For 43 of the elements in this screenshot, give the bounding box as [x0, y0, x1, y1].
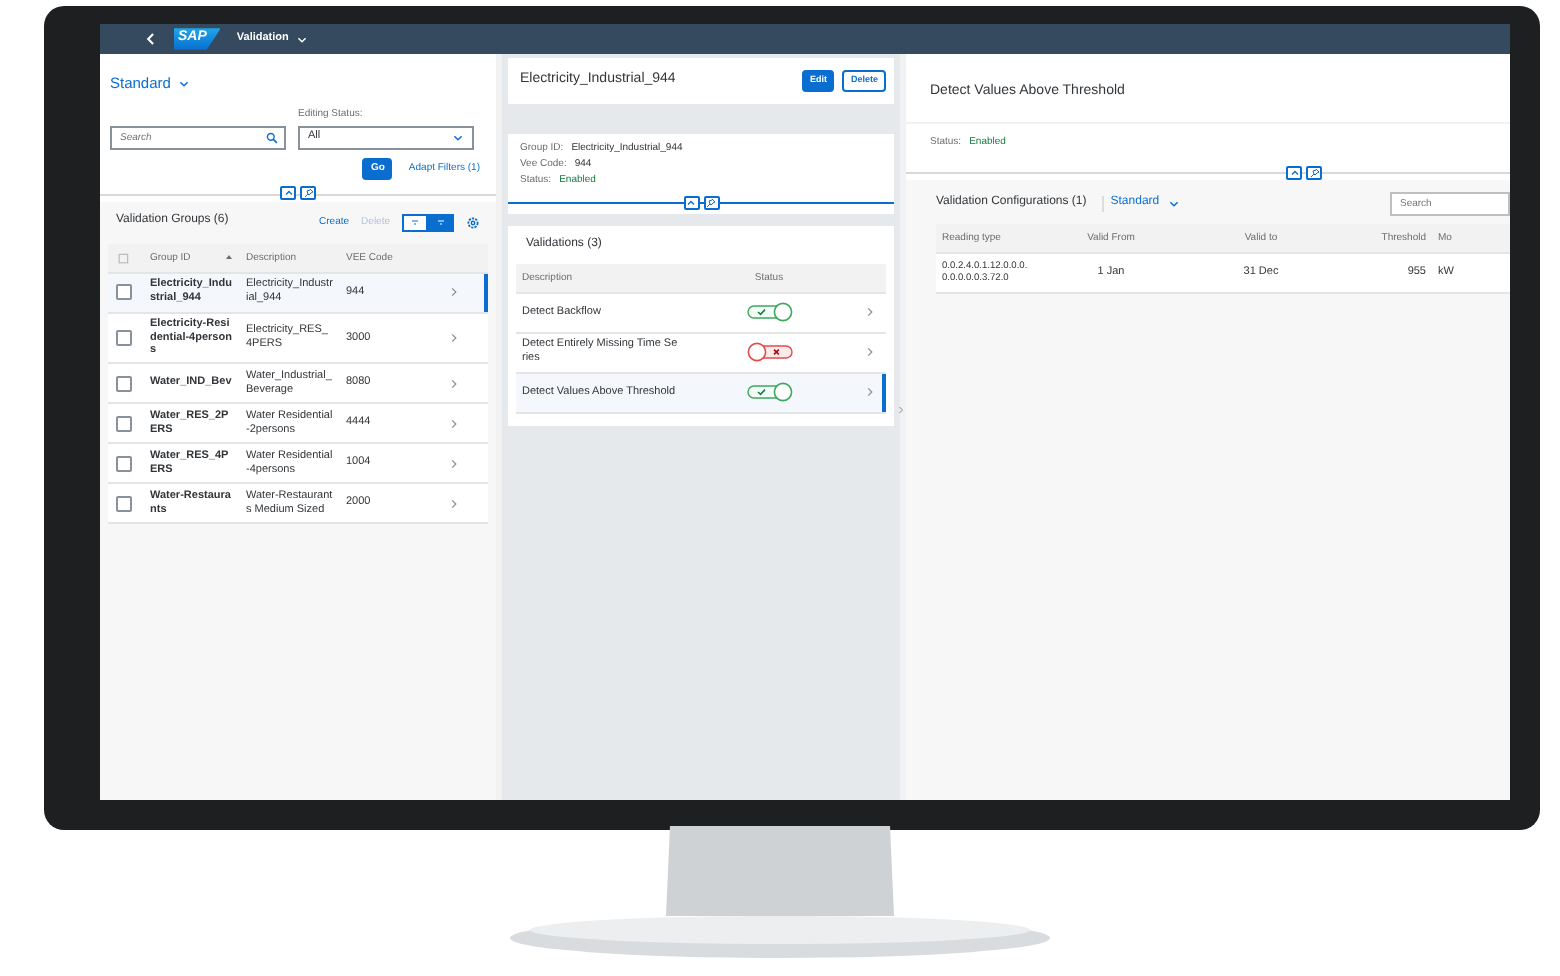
toggle-switch[interactable]	[745, 382, 793, 403]
splitter-handle-icon[interactable]	[896, 404, 906, 416]
search-icon[interactable]	[266, 131, 278, 144]
row-checkbox[interactable]	[116, 329, 132, 346]
collapse-button[interactable]	[1286, 165, 1302, 179]
chevron-down-icon[interactable]	[1167, 198, 1180, 210]
pin-button[interactable]	[1306, 165, 1322, 179]
lines-icon	[410, 217, 420, 228]
row-checkbox[interactable]	[116, 284, 132, 301]
chevron-down-icon[interactable]	[178, 77, 191, 90]
toggle-switch[interactable]	[745, 302, 793, 323]
lines-icon	[436, 217, 446, 228]
row-checkbox[interactable]	[116, 375, 132, 392]
chevron-right-icon[interactable]	[864, 306, 876, 319]
pin-icon	[303, 188, 313, 199]
pin-button[interactable]	[703, 195, 719, 210]
chevron-right-icon[interactable]	[448, 417, 460, 430]
row-checkbox[interactable]	[116, 415, 132, 432]
collapse-button[interactable]	[280, 186, 296, 201]
chevron-right-icon[interactable]	[448, 286, 460, 299]
pin-button[interactable]	[300, 186, 316, 201]
pin-icon	[706, 197, 716, 208]
sort-icon[interactable]	[224, 252, 234, 263]
toggle-switch[interactable]	[745, 342, 793, 363]
row-checkbox[interactable]	[116, 495, 132, 512]
chevron-right-icon[interactable]	[864, 346, 876, 359]
collapse-button[interactable]	[683, 195, 699, 210]
chevron-up-icon	[283, 188, 293, 199]
row-checkbox[interactable]	[116, 455, 132, 472]
chevron-right-icon[interactable]	[448, 331, 460, 344]
pin-icon	[1309, 167, 1319, 177]
chevron-right-icon[interactable]	[864, 386, 876, 399]
chevron-up-icon	[686, 197, 696, 208]
chevron-right-icon[interactable]	[448, 377, 460, 390]
view-toggle-button[interactable]	[402, 213, 428, 232]
chevron-right-icon[interactable]	[448, 457, 460, 470]
settings-icon[interactable]	[466, 215, 480, 230]
chevron-down-icon[interactable]	[452, 131, 464, 144]
back-icon[interactable]	[144, 32, 158, 46]
select-all-icon[interactable]	[118, 251, 130, 264]
chevron-up-icon	[1289, 167, 1299, 177]
chevron-right-icon[interactable]	[448, 497, 460, 510]
view-toggle-button[interactable]	[428, 213, 454, 232]
